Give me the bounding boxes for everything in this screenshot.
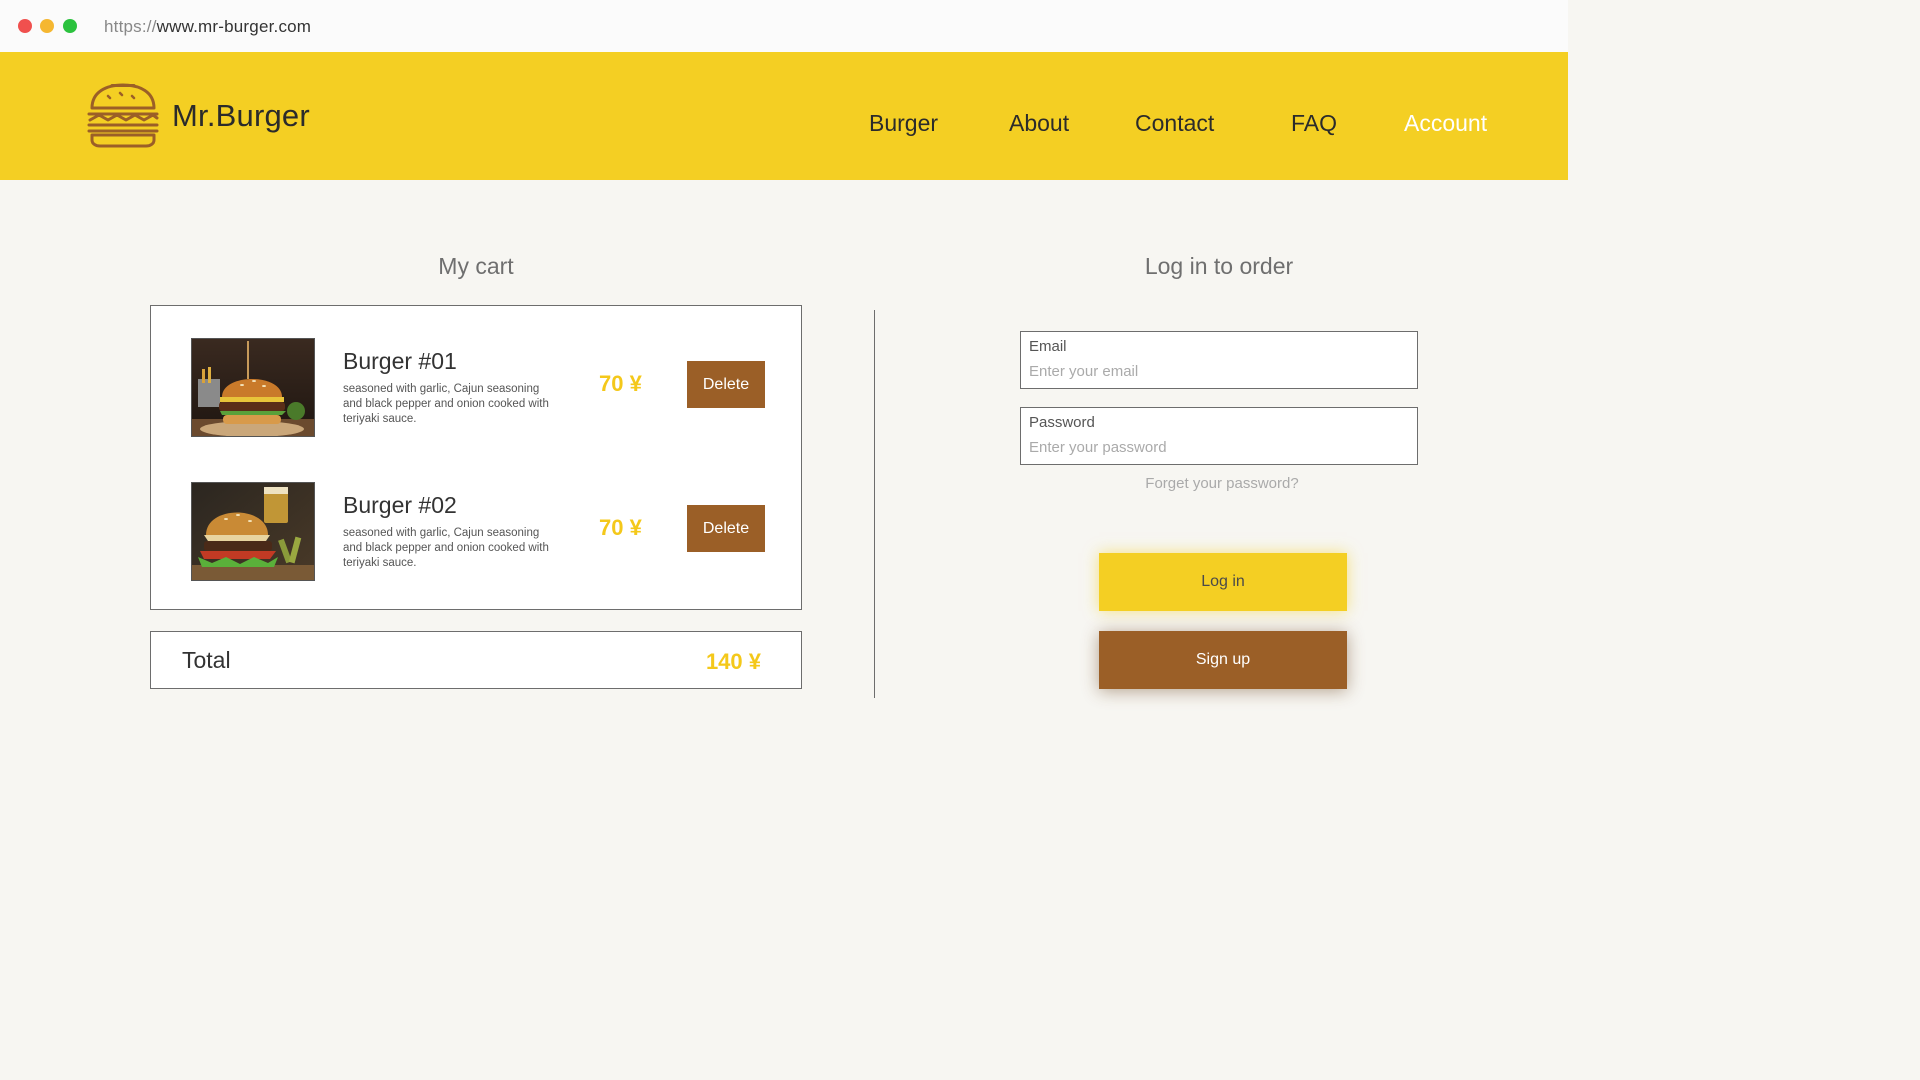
brand-name[interactable]: Mr.Burger (172, 98, 310, 134)
window-maximize-button[interactable] (63, 19, 77, 33)
password-input[interactable] (1029, 436, 1399, 458)
item-name: Burger #01 (343, 348, 457, 374)
nav-about[interactable]: About (1009, 110, 1069, 137)
url-protocol: https:// (104, 17, 157, 36)
window-close-button[interactable] (18, 19, 32, 33)
delete-button[interactable]: Delete (687, 361, 765, 408)
nav-account[interactable]: Account (1404, 110, 1487, 137)
item-description: seasoned with garlic, Cajun seasoning an… (343, 383, 549, 425)
site-header: Mr.Burger Burger About Contact FAQ Accou… (0, 52, 1568, 180)
cart-item: Burger #01 seasoned with garlic, Cajun s… (151, 338, 801, 438)
delete-button[interactable]: Delete (687, 505, 765, 552)
email-label: Email (1029, 338, 1067, 355)
total-value: 140 ¥ (705, 649, 761, 674)
cart-title: My cart (438, 253, 514, 279)
window-minimize-button[interactable] (40, 19, 54, 33)
cart-item: Burger #02 seasoned with garlic, Cajun s… (151, 482, 801, 582)
item-price: 70 ¥ (599, 371, 642, 396)
nav-faq[interactable]: FAQ (1291, 110, 1337, 137)
password-label: Password (1029, 414, 1095, 431)
address-bar[interactable]: https://www.mr-burger.com (104, 17, 311, 37)
nav-contact[interactable]: Contact (1135, 110, 1214, 137)
item-name: Burger #02 (343, 492, 457, 518)
item-price: 70 ¥ (599, 515, 642, 540)
cart-total: Total 140 ¥ (150, 631, 802, 689)
burger-photo (191, 482, 315, 581)
login-title: Log in to order (1144, 253, 1294, 279)
cart-list: Burger #01 seasoned with garlic, Cajun s… (150, 305, 802, 610)
login-button[interactable]: Log in (1099, 553, 1347, 611)
total-label: Total (182, 647, 231, 673)
email-input[interactable] (1029, 360, 1399, 382)
password-field[interactable]: Password (1020, 407, 1418, 465)
section-divider (874, 310, 875, 698)
browser-chrome: https://www.mr-burger.com (0, 0, 1568, 52)
burger-icon[interactable] (86, 82, 160, 148)
item-description: seasoned with garlic, Cajun seasoning an… (343, 527, 549, 569)
nav-burger[interactable]: Burger (869, 110, 938, 137)
signup-button[interactable]: Sign up (1099, 631, 1347, 689)
url-host: www.mr-burger.com (156, 17, 312, 36)
forgot-password-link[interactable]: Forget your password? (1020, 475, 1424, 492)
email-field[interactable]: Email (1020, 331, 1418, 389)
burger-photo (191, 338, 315, 437)
